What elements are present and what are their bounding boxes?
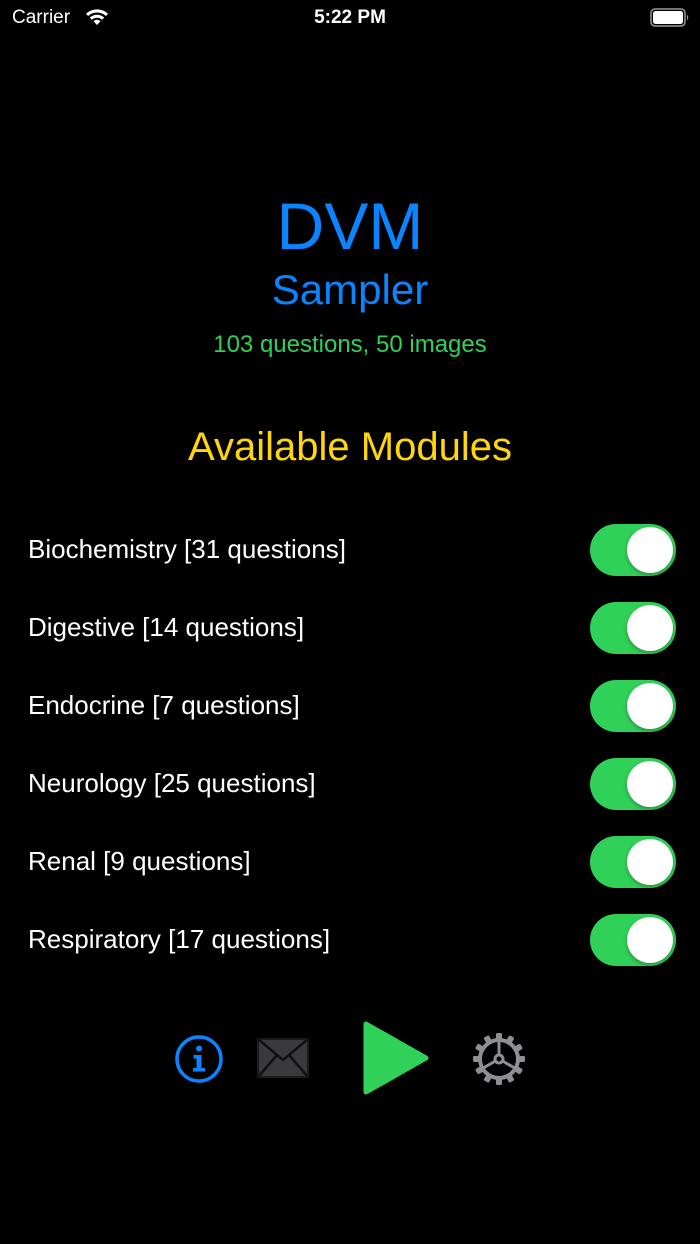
- toggle-knob: [627, 761, 673, 807]
- module-toggle-renal[interactable]: [590, 836, 676, 888]
- module-label: Endocrine [7 questions]: [28, 690, 300, 720]
- module-label: Neurology [25 questions]: [28, 768, 316, 798]
- module-row-renal: Renal [9 questions]: [0, 834, 700, 890]
- module-label: Respiratory [17 questions]: [28, 924, 331, 954]
- app-title: DVM: [276, 189, 424, 263]
- clock: 5:22 PM: [314, 7, 386, 28]
- module-row-endocrine: Endocrine [7 questions]: [0, 678, 700, 734]
- app-subtitle: Sampler: [271, 266, 429, 313]
- module-label: Renal [9 questions]: [28, 846, 251, 876]
- module-toggle-digestive[interactable]: [590, 602, 676, 654]
- status-bar: Carrier 5:22 PM: [0, 0, 700, 36]
- app-screen: Carrier 5:22 PM DVM Sampler 103 question…: [0, 0, 700, 1244]
- module-toggle-endocrine[interactable]: [590, 680, 676, 732]
- modules-heading: Available Modules: [188, 425, 512, 469]
- mail-icon[interactable]: [256, 1036, 310, 1080]
- toggle-knob: [627, 917, 673, 963]
- play-icon[interactable]: [362, 1020, 430, 1096]
- toggle-knob: [627, 839, 673, 885]
- gear-icon[interactable]: [472, 1032, 526, 1086]
- module-row-biochemistry: Biochemistry [31 questions]: [0, 522, 700, 578]
- question-count-stats: 103 questions, 50 images: [213, 331, 487, 358]
- battery-icon: [650, 8, 689, 27]
- toggle-knob: [627, 605, 673, 651]
- toggle-knob: [627, 527, 673, 573]
- module-toggle-neurology[interactable]: [590, 758, 676, 810]
- bottom-toolbar: [0, 1018, 700, 1098]
- module-row-neurology: Neurology [25 questions]: [0, 756, 700, 812]
- module-label: Digestive [14 questions]: [28, 612, 305, 642]
- module-row-digestive: Digestive [14 questions]: [0, 600, 700, 656]
- module-label: Biochemistry [31 questions]: [28, 534, 346, 564]
- module-toggle-respiratory[interactable]: [590, 914, 676, 966]
- toggle-knob: [627, 683, 673, 729]
- module-toggle-biochemistry[interactable]: [590, 524, 676, 576]
- module-row-respiratory: Respiratory [17 questions]: [0, 912, 700, 968]
- info-icon[interactable]: [174, 1034, 224, 1084]
